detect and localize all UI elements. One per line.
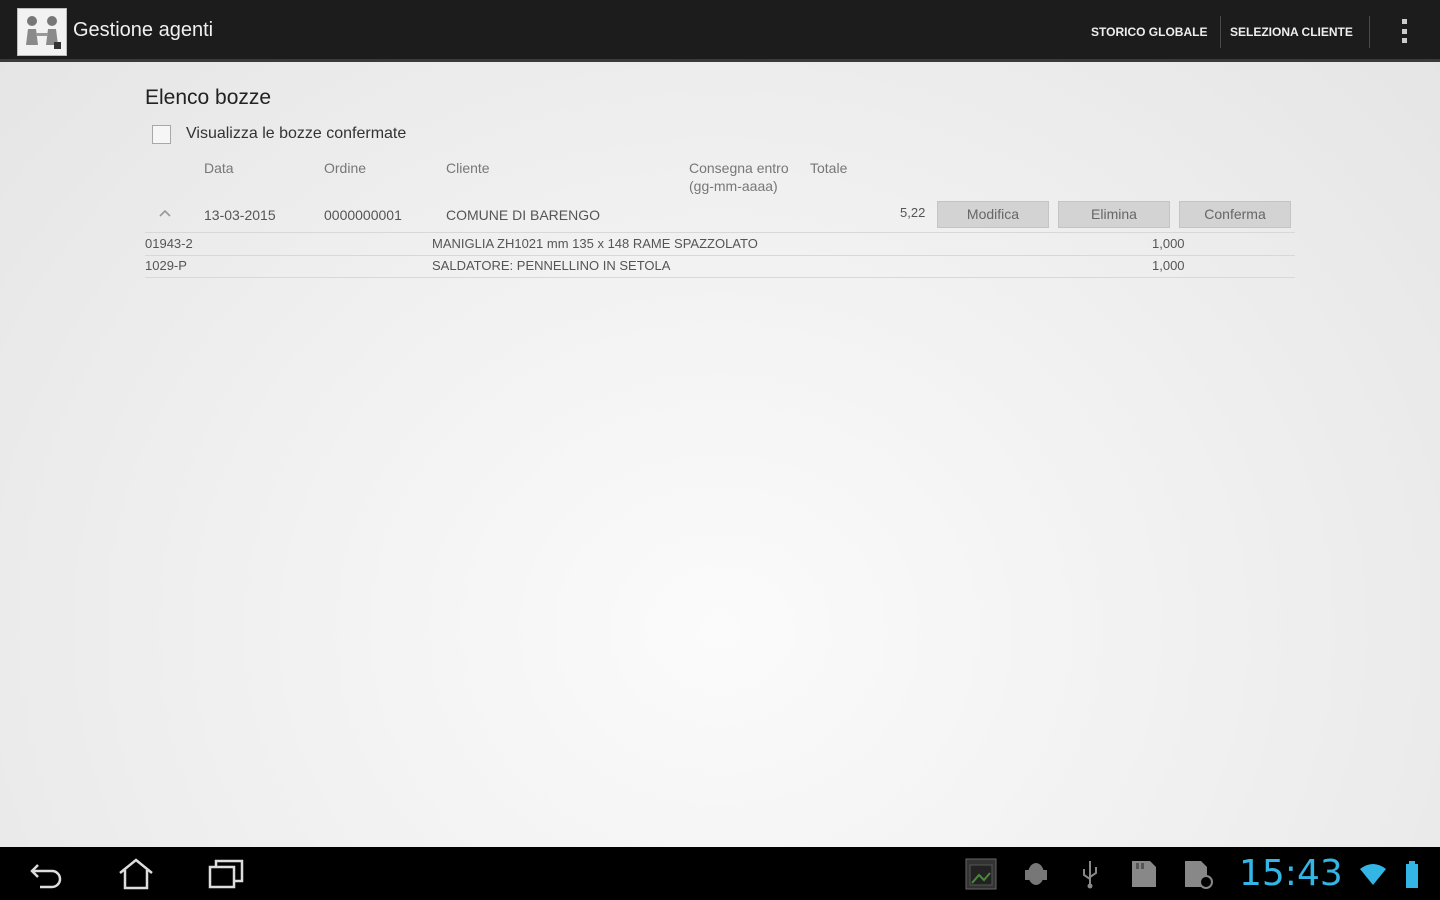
back-icon[interactable] — [26, 857, 66, 891]
app-title: Gestione agenti — [73, 19, 214, 41]
overflow-menu-icon[interactable] — [1396, 16, 1412, 46]
detail-code: 01943-2 — [145, 236, 193, 251]
show-confirmed-label[interactable]: Visualizza le bozze confermate — [186, 125, 406, 143]
row-divider — [145, 232, 1295, 233]
status-clock[interactable]: 15:43 — [1239, 853, 1343, 894]
usb-icon[interactable] — [1078, 859, 1102, 893]
detail-code: 1029-P — [145, 258, 187, 273]
android-debug-icon[interactable] — [1023, 859, 1049, 893]
modifica-button[interactable]: Modifica — [937, 201, 1049, 228]
wifi-icon[interactable] — [1359, 863, 1387, 891]
action-bar: Gestione agenti STORICO GLOBALE SELEZION… — [0, 0, 1440, 62]
action-divider — [1220, 16, 1221, 48]
gallery-notification-icon[interactable] — [964, 857, 998, 895]
elimina-button[interactable]: Elimina — [1058, 201, 1170, 228]
sd-card-icon[interactable] — [1130, 859, 1158, 893]
header-data: Data — [204, 160, 234, 176]
collapse-icon[interactable] — [157, 206, 173, 220]
row-divider — [145, 255, 1295, 256]
order-cliente: COMUNE DI BARENGO — [446, 207, 601, 223]
sd-card-scan-icon[interactable] — [1183, 859, 1215, 895]
row-divider — [145, 277, 1295, 278]
action-divider — [1369, 16, 1370, 48]
show-confirmed-checkbox[interactable] — [152, 125, 171, 144]
order-ordine: 0000000001 — [324, 207, 402, 223]
recent-apps-icon[interactable] — [206, 857, 246, 891]
header-ordine: Ordine — [324, 160, 367, 176]
header-consegna-line1: Consegna entro — [689, 160, 789, 176]
app-logo-icon[interactable] — [17, 8, 67, 56]
home-icon[interactable] — [116, 857, 156, 891]
detail-description: SALDATORE: PENNELLINO IN SETOLA — [432, 258, 671, 273]
conferma-button[interactable]: Conferma — [1179, 201, 1291, 228]
detail-qty: 1,000 — [1152, 236, 1185, 251]
order-totale: 5,22 — [900, 205, 926, 220]
header-cliente: Cliente — [446, 160, 490, 176]
page-title: Elenco bozze — [145, 86, 272, 109]
header-totale: Totale — [810, 160, 848, 176]
header-consegna: Consegna entro (gg-mm-aaaa) — [689, 159, 789, 195]
system-bar: 15:43 — [0, 847, 1440, 900]
header-consegna-line2: (gg-mm-aaaa) — [689, 178, 778, 194]
detail-description: MANIGLIA ZH1021 mm 135 x 148 RAME SPAZZO… — [432, 236, 758, 251]
seleziona-cliente-action[interactable]: SELEZIONA CLIENTE — [1230, 22, 1353, 42]
detail-qty: 1,000 — [1152, 258, 1185, 273]
storico-globale-action[interactable]: STORICO GLOBALE — [1091, 22, 1207, 42]
battery-icon[interactable] — [1404, 860, 1420, 894]
order-data: 13-03-2015 — [204, 207, 276, 223]
